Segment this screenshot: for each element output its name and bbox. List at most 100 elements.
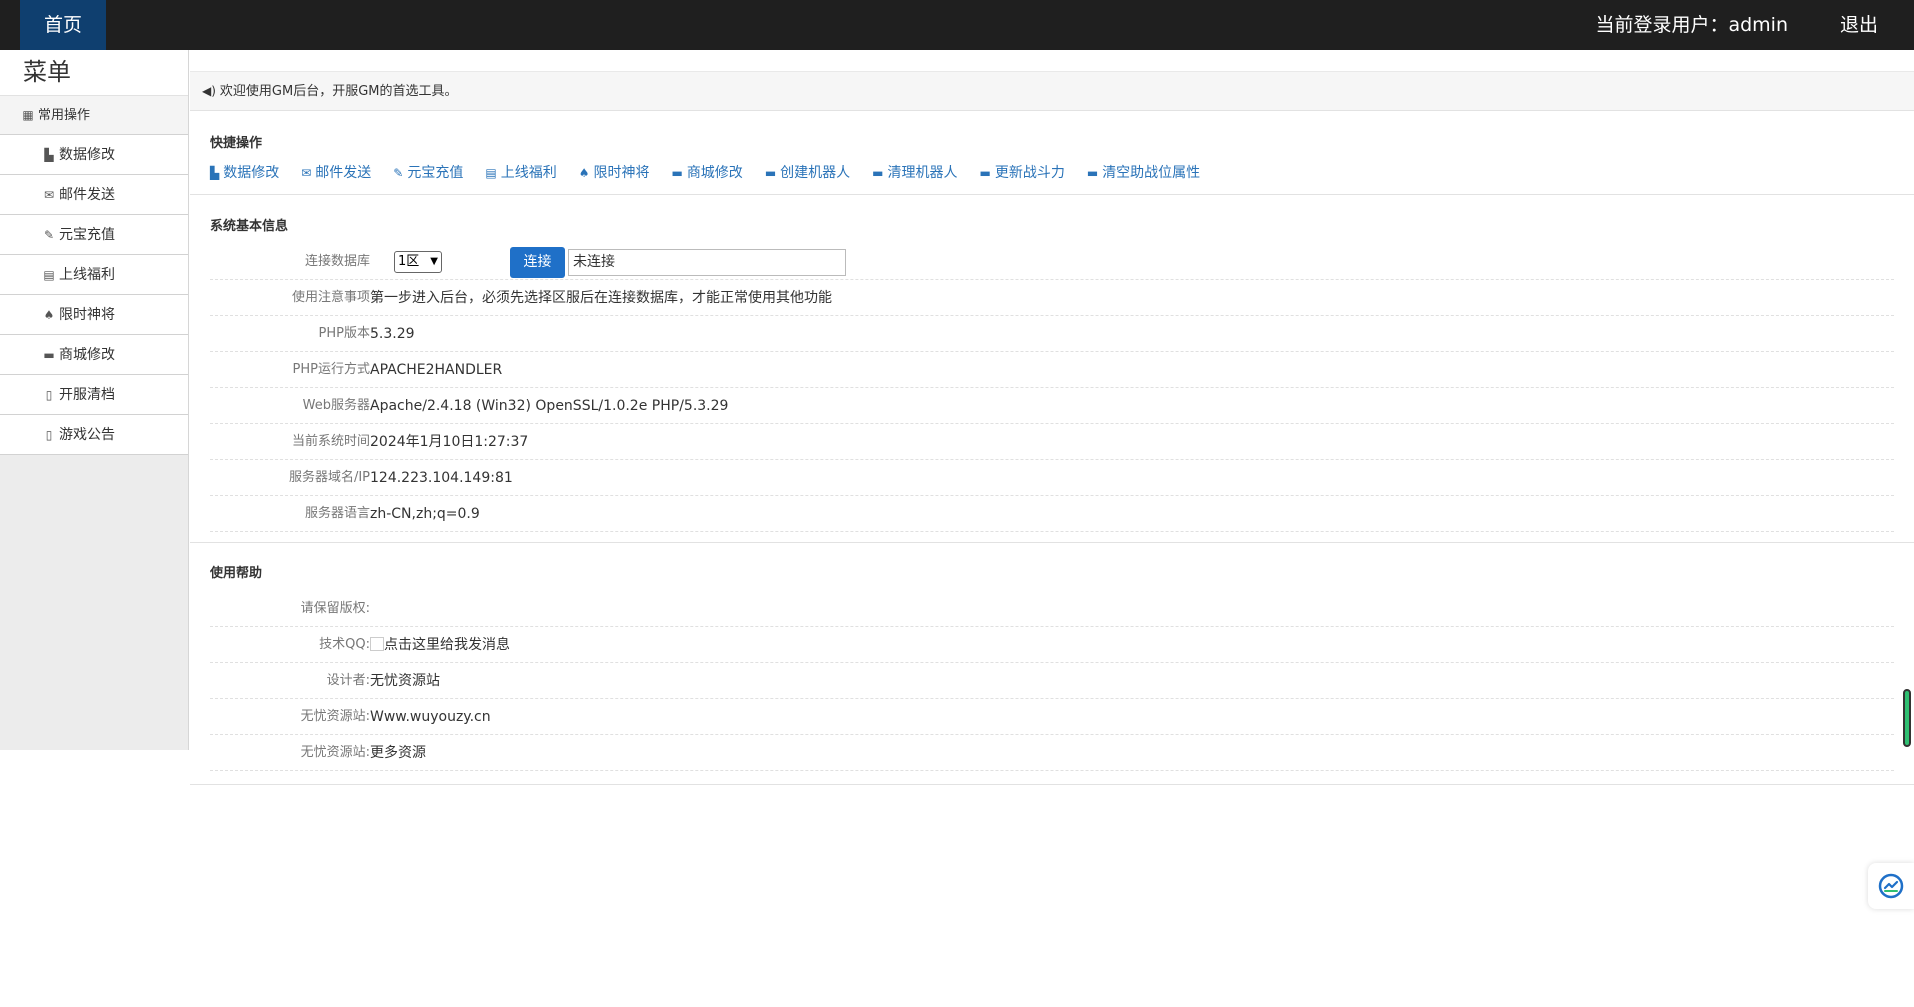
table-row: 设计者: 无忧资源站 bbox=[210, 663, 1894, 699]
list-icon: ▤ bbox=[485, 166, 497, 180]
row-label: 技术QQ: bbox=[319, 637, 370, 652]
table-row: 请保留版权: bbox=[210, 591, 1894, 627]
table-row: 无忧资源站: Www.wuyouzy.cn bbox=[210, 699, 1894, 735]
quick-link-data-edit[interactable]: ▙ 数据修改 bbox=[210, 162, 279, 182]
quick-link-clear-assist[interactable]: ▬ 清空助战位属性 bbox=[1087, 162, 1200, 182]
top-navbar: 首页 当前登录用户：admin 退出 bbox=[0, 0, 1914, 50]
current-user-info: 当前登录用户：admin bbox=[1595, 0, 1788, 50]
speaker-icon: ◀) bbox=[202, 84, 216, 98]
row-value: Www.wuyouzy.cn bbox=[370, 709, 491, 725]
help-table: 请保留版权: 技术QQ: 点击这里给我发消息 设计者: 无忧资源站 无忧资源站:… bbox=[210, 591, 1894, 771]
sidebar-item-label: 邮件发送 bbox=[59, 187, 115, 203]
divider bbox=[190, 542, 1914, 543]
quick-link-label: 清理机器人 bbox=[887, 165, 958, 181]
sidebar-item-limited-hero[interactable]: ♠ 限时神将 bbox=[0, 295, 188, 335]
row-label: PHP运行方式 bbox=[292, 362, 370, 377]
welcome-notice: ◀) 欢迎使用GM后台，开服GM的首选工具。 bbox=[190, 71, 1914, 111]
quick-link-label: 清空助战位属性 bbox=[1102, 165, 1201, 181]
quick-link-label: 元宝充值 bbox=[407, 165, 464, 181]
grid-icon: ▦ bbox=[22, 108, 34, 122]
sys-info-title: 系统基本信息 bbox=[210, 219, 289, 234]
sidebar-item-mail[interactable]: ✉ 邮件发送 bbox=[0, 175, 188, 215]
row-label: 无忧资源站: bbox=[300, 709, 370, 724]
connect-status-field[interactable]: 未连接 bbox=[568, 249, 846, 276]
quick-link-welfare[interactable]: ▤ 上线福利 bbox=[485, 162, 556, 182]
sidebar-item-welfare[interactable]: ▤ 上线福利 bbox=[0, 255, 188, 295]
row-label: 设计者: bbox=[326, 673, 370, 688]
side-scroll-indicator[interactable] bbox=[1903, 689, 1911, 747]
sidebar-item-label: 元宝充值 bbox=[59, 227, 115, 243]
sidebar-item-label: 数据修改 bbox=[59, 147, 115, 163]
row-label: Web服务器 bbox=[302, 398, 370, 413]
sidebar-item-data-edit[interactable]: ▙ 数据修改 bbox=[0, 135, 188, 175]
folder-icon: ▬ bbox=[979, 166, 991, 180]
folder-icon: ▬ bbox=[43, 348, 55, 362]
row-value: Apache/2.4.18 (Win32) OpenSSL/1.0.2e PHP… bbox=[370, 398, 729, 414]
db-connect-row: 连接数据库 1区 ▼ 连接 未连接 bbox=[210, 244, 1894, 280]
divider bbox=[190, 194, 1914, 195]
row-value: APACHE2HANDLER bbox=[370, 362, 503, 378]
table-row: Web服务器 Apache/2.4.18 (Win32) OpenSSL/1.0… bbox=[210, 388, 1894, 424]
quick-link-label: 上线福利 bbox=[500, 165, 557, 181]
sidebar-item-label: 商城修改 bbox=[59, 347, 115, 363]
row-label: 无忧资源站: bbox=[300, 745, 370, 760]
sidebar-item-recharge[interactable]: ✎ 元宝充值 bbox=[0, 215, 188, 255]
assistant-float-button[interactable] bbox=[1868, 863, 1914, 909]
quick-link-label: 更新战斗力 bbox=[994, 165, 1065, 181]
sidebar-item-server-reset[interactable]: ▯ 开服清档 bbox=[0, 375, 188, 415]
row-value: 第一步进入后台，必须先选择区服后在连接数据库，才能正常使用其他功能 bbox=[370, 290, 832, 306]
sidebar-item-label: 开服清档 bbox=[59, 387, 115, 403]
folder-icon: ▬ bbox=[764, 166, 777, 180]
home-tab[interactable]: 首页 bbox=[20, 0, 106, 50]
table-row: 无忧资源站: 更多资源 bbox=[210, 735, 1894, 771]
quick-link-clear-robot[interactable]: ▬ 清理机器人 bbox=[872, 162, 957, 182]
server-select[interactable]: 1区 ▼ bbox=[394, 251, 442, 273]
row-value: 2024年1月10日1:27:37 bbox=[370, 434, 529, 450]
quick-link-recharge[interactable]: ✎ 元宝充值 bbox=[393, 162, 463, 182]
assistant-icon bbox=[1878, 873, 1904, 899]
logout-link[interactable]: 退出 bbox=[1840, 0, 1878, 50]
connect-button[interactable]: 连接 bbox=[510, 247, 565, 278]
row-label: 当前系统时间 bbox=[291, 434, 370, 449]
row-label: 服务器域名/IP bbox=[288, 470, 370, 485]
wrench-icon: ✎ bbox=[43, 228, 55, 242]
qq-message-link[interactable]: 点击这里给我发消息 bbox=[370, 627, 510, 663]
row-label: 请保留版权: bbox=[300, 601, 370, 616]
sidebar-item-announcement[interactable]: ▯ 游戏公告 bbox=[0, 415, 188, 455]
sidebar-item-label: 上线福利 bbox=[59, 267, 115, 283]
quick-link-update-power[interactable]: ▬ 更新战斗力 bbox=[980, 162, 1065, 182]
main-content: ◀) 欢迎使用GM后台，开服GM的首选工具。 快捷操作 ▙ 数据修改 ✉ 邮件发送 ✎… bbox=[190, 50, 1914, 785]
sys-info-table: 连接数据库 1区 ▼ 连接 未连接 使用注意事项 第一步进入后台，必须先选择区服后… bbox=[210, 244, 1894, 532]
chevron-down-icon: ▼ bbox=[430, 256, 438, 267]
spade-icon: ♠ bbox=[43, 308, 55, 322]
folder-icon: ▬ bbox=[872, 166, 884, 180]
divider bbox=[190, 784, 1914, 785]
quick-link-mail[interactable]: ✉ 邮件发送 bbox=[301, 162, 371, 182]
table-row: 使用注意事项 第一步进入后台，必须先选择区服后在连接数据库，才能正常使用其他功能 bbox=[210, 280, 1894, 316]
file-icon: ▯ bbox=[45, 388, 53, 402]
quick-link-label: 创建机器人 bbox=[780, 165, 851, 181]
folder-icon: ▬ bbox=[671, 166, 683, 180]
quick-ops-links: ▙ 数据修改 ✉ 邮件发送 ✎ 元宝充值 ▤ 上线福利 ♠ 限时神将 ▬ 商城修改 ▬ 创建机… bbox=[210, 162, 1222, 182]
sidebar-item-label: 限时神将 bbox=[59, 307, 115, 323]
table-row: PHP运行方式 APACHE2HANDLER bbox=[210, 352, 1894, 388]
quick-link-shop[interactable]: ▬ 商城修改 bbox=[671, 162, 742, 182]
spade-icon: ♠ bbox=[578, 166, 590, 180]
table-row: PHP版本 5.3.29 bbox=[210, 316, 1894, 352]
table-row: 服务器域名/IP 124.223.104.149:81 bbox=[210, 460, 1894, 496]
quick-link-label: 数据修改 bbox=[223, 165, 280, 181]
row-label: 服务器语言 bbox=[304, 506, 370, 521]
more-resources-link[interactable]: 更多资源 bbox=[370, 735, 426, 771]
sidebar-item-shop[interactable]: ▬ 商城修改 bbox=[0, 335, 188, 375]
server-select-value: 1区 bbox=[398, 254, 420, 269]
table-row: 服务器语言 zh-CN,zh;q=0.9 bbox=[210, 496, 1894, 532]
row-label: 使用注意事项 bbox=[291, 290, 370, 305]
sidebar: 菜单 ▦ 常用操作 ▙ 数据修改 ✉ 邮件发送 ✎ 元宝充值 ▤ 上线福利 ♠ 限时神将 ▬… bbox=[0, 50, 189, 750]
wrench-icon: ✎ bbox=[393, 166, 404, 180]
quick-link-create-robot[interactable]: ▬ 创建机器人 bbox=[765, 162, 850, 182]
row-value: zh-CN,zh;q=0.9 bbox=[370, 506, 480, 522]
quick-link-limited-hero[interactable]: ♠ 限时神将 bbox=[579, 162, 650, 182]
sidebar-item-label: 游戏公告 bbox=[59, 427, 115, 443]
quick-link-label: 商城修改 bbox=[686, 165, 743, 181]
sidebar-group-common[interactable]: ▦ 常用操作 bbox=[0, 96, 188, 135]
